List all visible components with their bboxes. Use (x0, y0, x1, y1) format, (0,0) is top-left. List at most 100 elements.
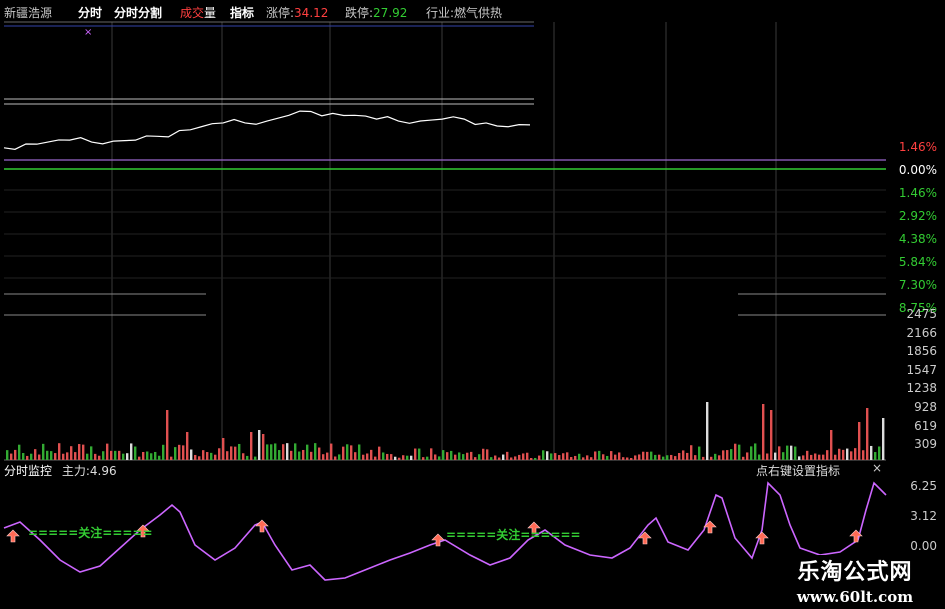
volume-bar (210, 452, 213, 460)
volume-axis-label: 1238 (906, 381, 937, 396)
volume-bar (878, 446, 881, 460)
volume-bar (58, 443, 61, 460)
volume-bar (514, 456, 517, 460)
volume-bar (362, 454, 365, 460)
volume-bar (430, 448, 433, 460)
volume-bar (202, 450, 205, 460)
volume-bar (510, 457, 513, 460)
volume-bar (790, 445, 793, 460)
volume-bar (170, 456, 173, 460)
volume-bar (270, 444, 273, 460)
volume-bar (198, 456, 201, 460)
volume-bar (614, 454, 617, 460)
volume-axis-label: 928 (914, 400, 937, 414)
volume-bar (802, 455, 805, 460)
volume-bar (126, 453, 129, 460)
volume-bar (882, 418, 885, 460)
volume-bar (338, 454, 341, 460)
volume-bar (606, 455, 609, 460)
volume-bar (218, 448, 221, 460)
volume-bar (262, 434, 265, 460)
volume-bar (586, 455, 589, 460)
volume-bar (138, 456, 141, 460)
close-icon[interactable]: × (872, 461, 882, 475)
volume-bar (842, 449, 845, 460)
volume-bar (690, 445, 693, 460)
volume-bar (670, 454, 673, 460)
volume-bar (622, 457, 625, 460)
volume-bar (278, 450, 281, 460)
main-force-label: 主力: (61, 464, 90, 478)
volume-bar (54, 453, 57, 460)
volume-bar (150, 453, 153, 460)
price-axis-label: 0.00% (898, 163, 937, 177)
volume-bar (122, 453, 125, 460)
watermark-title: 乐淘公式网 (797, 559, 913, 585)
volume-bar (422, 457, 425, 460)
volume-bar (770, 410, 773, 460)
volume-bar (530, 457, 533, 460)
volume-bar (86, 453, 89, 460)
volume-bar (70, 446, 73, 460)
volume-bar (730, 449, 733, 460)
volume-bar (602, 454, 605, 460)
volume-bar (410, 455, 413, 460)
volume-bar (694, 455, 697, 460)
volume-bar (166, 410, 169, 460)
volume-bar (550, 453, 553, 460)
indicator-axis-label: 6.25 (910, 479, 937, 493)
volume-bar (522, 453, 525, 460)
attention-label-2: =====关注====== (446, 528, 581, 542)
volume-bar (130, 443, 133, 460)
volume-bar (826, 450, 829, 460)
price-axis-label: 1.46% (898, 140, 937, 154)
attention-label-1: =====关注===== (28, 526, 153, 540)
volume-bar (330, 443, 333, 460)
volume-bar (222, 438, 225, 460)
volume-axis-label: 619 (914, 418, 937, 433)
indicator-header: 分时监控 主力:4.96 (4, 462, 117, 479)
volume-bar (102, 451, 105, 460)
volume-bar (714, 453, 717, 460)
volume-bar (594, 451, 597, 460)
intraday-chart[interactable]: × (0, 0, 945, 609)
volume-bar (650, 451, 653, 460)
volume-bar (334, 456, 337, 460)
volume-bar (486, 449, 489, 460)
indicator-axis-label: 3.12 (910, 509, 937, 523)
volume-bar (118, 450, 121, 460)
volume-bar (46, 450, 49, 460)
volume-bar (674, 456, 677, 460)
volume-bar (458, 452, 461, 460)
volume-bar (542, 450, 545, 460)
volume-bar (762, 404, 765, 460)
volume-bar (754, 443, 757, 460)
volume-bar (618, 452, 621, 460)
volume-bar (254, 456, 257, 460)
volume-bar (454, 454, 457, 460)
volume-bar (414, 448, 417, 460)
volume-bar (702, 456, 705, 460)
volume-bar (846, 448, 849, 460)
volume-bar (26, 455, 29, 460)
volume-bar (774, 452, 777, 460)
volume-bar (314, 443, 317, 460)
volume-bar (686, 452, 689, 460)
volume-bar (598, 450, 601, 460)
volume-bar (698, 446, 701, 460)
volume-bar (626, 457, 629, 460)
volume-bar (106, 443, 109, 460)
volume-bar (666, 455, 669, 460)
volume-bar (658, 454, 661, 460)
volume-bar (38, 454, 41, 460)
volume-bar (682, 450, 685, 460)
volume-bar (322, 454, 325, 460)
indicator-settings-link[interactable]: 点右键设置指标 (756, 462, 840, 479)
volume-bar (282, 444, 285, 460)
volume-bar (582, 457, 585, 460)
volume-bar (506, 451, 509, 460)
volume-bar (858, 422, 861, 460)
volume-bar (350, 445, 353, 460)
volume-bar (190, 449, 193, 460)
volume-bar (158, 455, 161, 460)
